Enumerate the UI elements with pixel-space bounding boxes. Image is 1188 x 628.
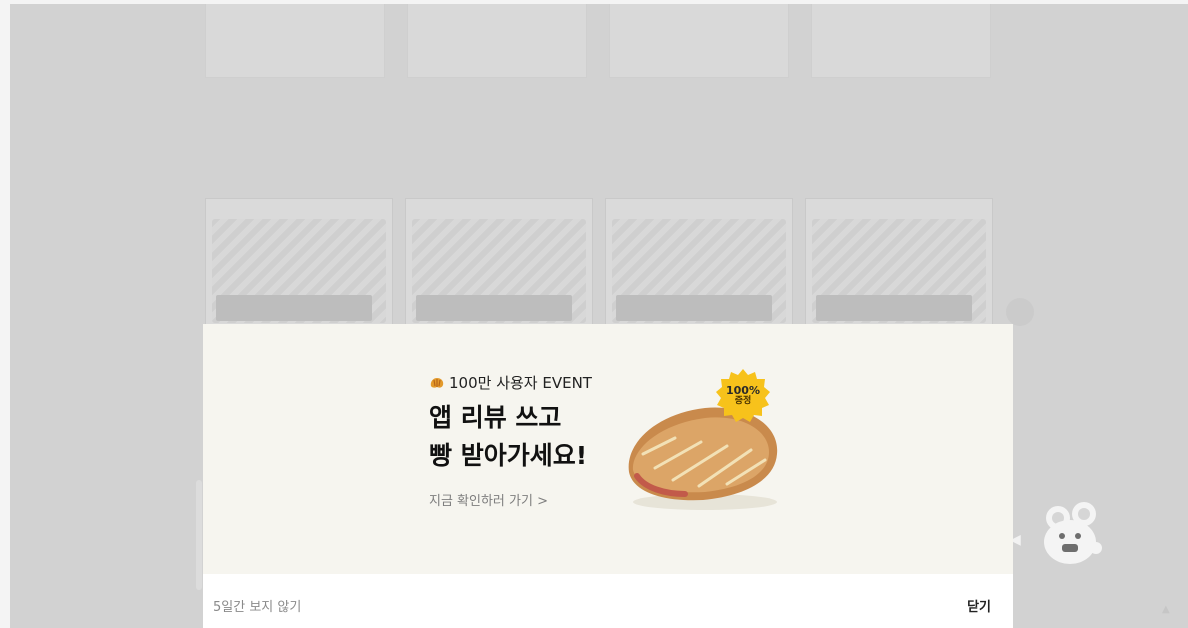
event-banner[interactable]: 100만 사용자 EVENT 앱 리뷰 쓰고 빵 받아가세요! 지금 확인하러 … xyxy=(203,324,1013,574)
hide-for-5-days-button[interactable]: 5일간 보지 않기 xyxy=(213,596,301,615)
mascot-icon[interactable]: ◀ xyxy=(1010,498,1110,578)
event-label-row: 100만 사용자 EVENT xyxy=(429,372,592,393)
event-popup: 100만 사용자 EVENT 앱 리뷰 쓰고 빵 받아가세요! 지금 확인하러 … xyxy=(203,324,1013,628)
giveaway-badge: 100% 증정 xyxy=(715,385,771,407)
article-card[interactable] xyxy=(205,4,385,78)
article-card-title xyxy=(620,8,778,36)
event-cta-link[interactable]: 지금 확인하러 가기 > xyxy=(429,490,548,509)
video-card[interactable] xyxy=(205,198,393,328)
scroll-top-icon[interactable]: ▲ xyxy=(1162,604,1170,615)
article-card-row xyxy=(205,4,995,80)
article-card[interactable] xyxy=(811,4,991,78)
badge-line-1: 100% xyxy=(726,384,760,397)
video-card[interactable] xyxy=(605,198,793,328)
event-label: 100만 사용자 EVENT xyxy=(449,374,592,392)
video-caption-box xyxy=(416,295,572,321)
article-card-title xyxy=(822,8,980,36)
video-caption-box xyxy=(216,295,372,321)
article-card[interactable] xyxy=(609,4,789,78)
video-caption-box xyxy=(816,295,972,321)
croissant-icon xyxy=(430,377,444,388)
headline-line-2: 빵 받아가세요! xyxy=(429,441,588,470)
video-card[interactable] xyxy=(805,198,993,328)
video-section-header xyxy=(0,146,1188,152)
video-card-row xyxy=(205,198,995,328)
badge-line-2: 증정 xyxy=(734,396,752,406)
article-card-title xyxy=(216,8,374,36)
carousel-next-button[interactable] xyxy=(1006,298,1034,326)
event-headline: 앱 리뷰 쓰고 빵 받아가세요! xyxy=(429,399,587,475)
close-button[interactable]: 닫기 xyxy=(967,596,991,615)
headline-line-1: 앱 리뷰 쓰고 xyxy=(429,403,562,432)
article-card-title xyxy=(418,8,576,36)
popup-footer: 5일간 보지 않기 닫기 xyxy=(203,574,1013,628)
floating-panel-edge xyxy=(196,480,202,590)
video-card[interactable] xyxy=(405,198,593,328)
article-card[interactable] xyxy=(407,4,587,78)
video-caption-box xyxy=(616,295,772,321)
